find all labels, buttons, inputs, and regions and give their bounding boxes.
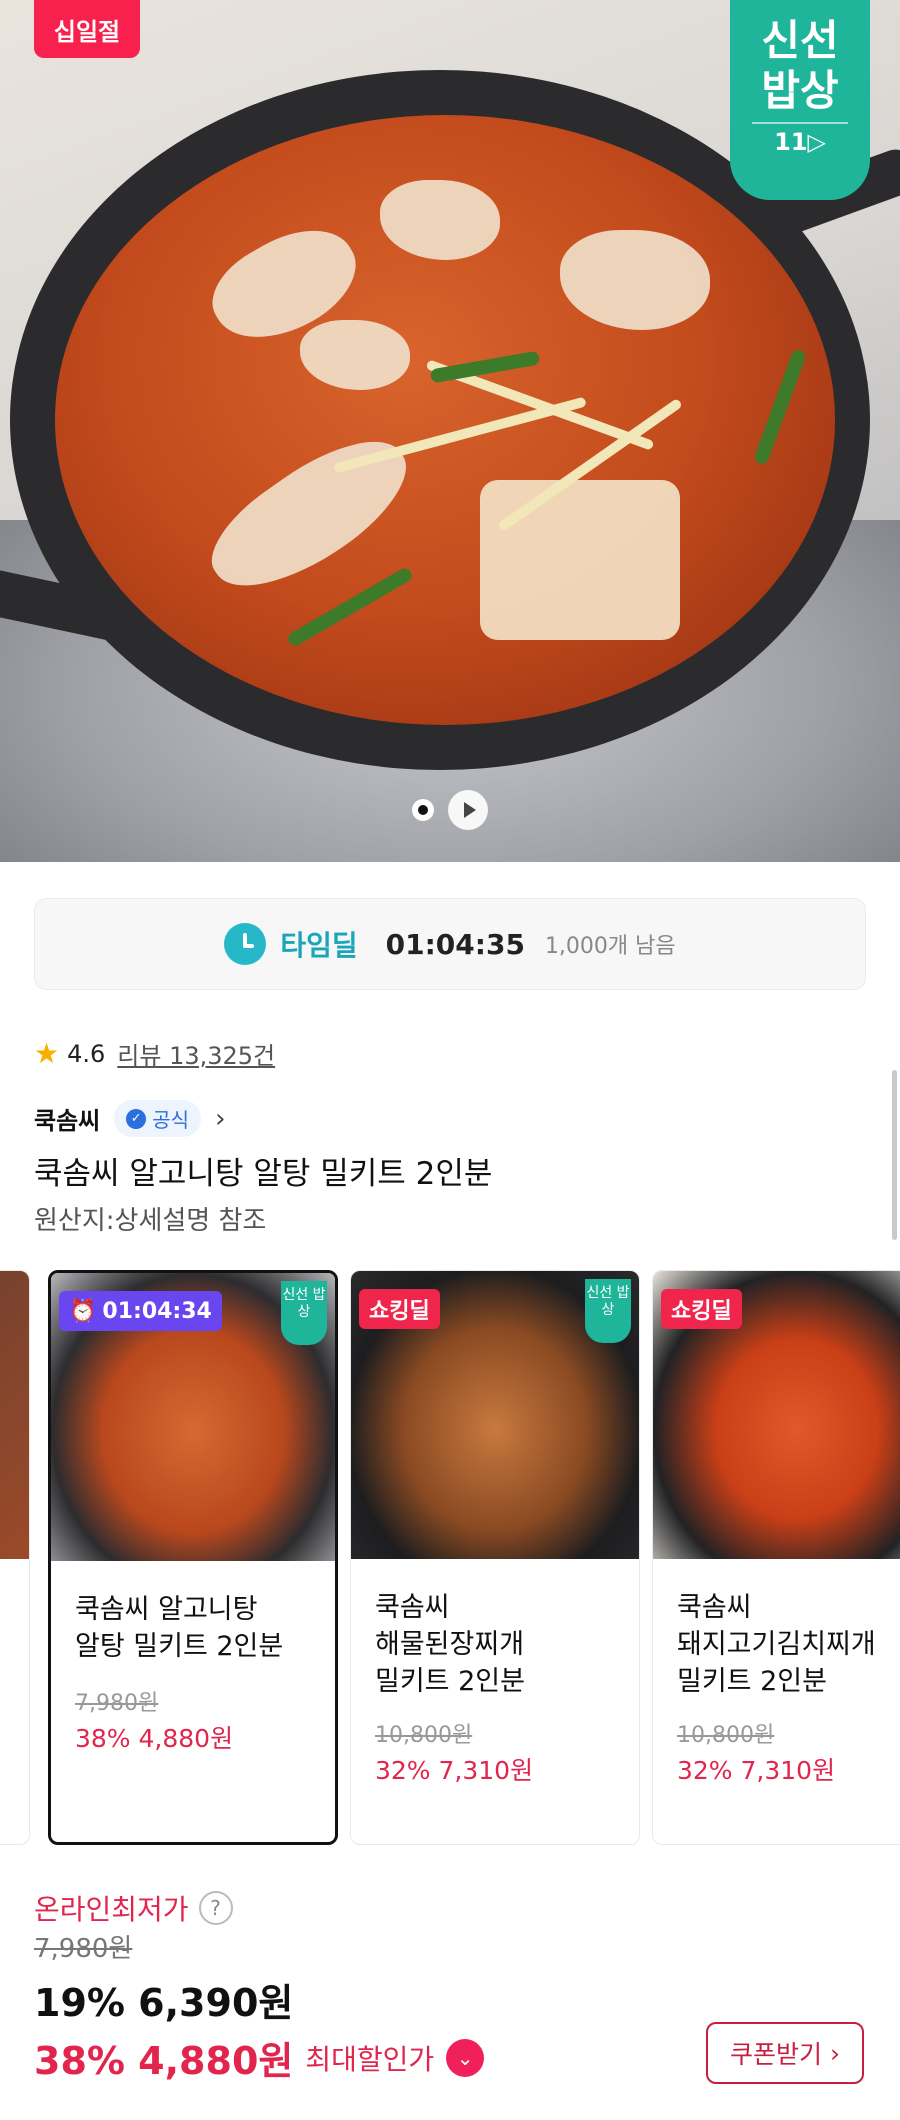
original-price: 7,980원 [34, 1934, 133, 1964]
related-card-2[interactable]: 쇼킹딜 신선 밥상 쿡솜씨 해물된장찌개 밀키트 2인분 10,800원 32%… [350, 1270, 640, 1845]
related-card-price: 38% 4,880원 [75, 1724, 234, 1753]
seller-row[interactable]: 쿡솜씨 ✓ 공식 › [34, 1100, 225, 1137]
sale-price: 19% 6,390원 [34, 1981, 294, 2025]
timedeal-banner: 타임딜 01:04:35 1,000개 남음 [34, 898, 866, 990]
star-icon: ★ [34, 1036, 60, 1070]
related-card-original-price: 10,800원 [375, 1723, 473, 1748]
online-lowest-price-label: 온라인최저가 [34, 1893, 189, 1926]
max-discount-price: 38% 4,880원 [34, 2039, 294, 2083]
fresh-badge-logo: 11▷ [774, 128, 826, 156]
timedeal-tag-label: 01:04:34 [102, 1298, 212, 1324]
timedeal-countdown: 01:04:35 [385, 927, 525, 961]
related-products-carousel[interactable]: ⏰ 01:04:34 신선 밥상 쿡솜씨 알고니탕 알탕 밀키트 2인분 7,9… [0, 1270, 900, 1848]
fresh-badge-line1: 신선 [761, 16, 839, 65]
official-badge: ✓ 공식 [114, 1100, 202, 1137]
product-origin: 원산지:상세설명 참조 [34, 1206, 267, 1236]
get-coupon-label: 쿠폰받기 [729, 2040, 822, 2069]
timedeal-tag: ⏰ 01:04:34 [59, 1291, 222, 1331]
fresh-badge-line2: 밥상 [761, 66, 839, 115]
chevron-down-icon[interactable]: ⌄ [446, 2038, 485, 2077]
timedeal-remaining: 1,000개 남음 [544, 934, 676, 959]
related-card-original-price: 10,800원 [677, 1723, 775, 1748]
related-card-original-price: 7,980원 [75, 1691, 159, 1716]
shocking-deal-tag: 쇼킹딜 [359, 1289, 440, 1329]
related-card-price: 32% 7,310원 [677, 1756, 836, 1785]
help-question-icon[interactable]: ? [198, 1891, 233, 1925]
alarm-clock-icon: ⏰ [69, 1298, 97, 1324]
timedeal-label: 타임딜 [280, 929, 358, 962]
fresh-table-badge: 신선 밥상 11▷ [730, 0, 870, 200]
online-lowest-price-row: 온라인최저가 ? [34, 1888, 233, 1928]
related-card-1[interactable]: ⏰ 01:04:34 신선 밥상 쿡솜씨 알고니탕 알탕 밀키트 2인분 7,9… [48, 1270, 338, 1845]
carousel-dot-active[interactable] [412, 799, 434, 821]
rating-score: 4.6 [67, 1039, 106, 1068]
play-video-icon[interactable] [448, 790, 488, 830]
fresh-table-mini-badge: 신선 밥상 [281, 1281, 327, 1345]
alarm-clock-icon [224, 923, 267, 965]
eleven-day-sale-badge: 십일절 [34, 0, 140, 58]
get-coupon-button[interactable]: 쿠폰받기 › [706, 2022, 864, 2084]
partial-product-card[interactable] [0, 1270, 30, 1845]
rating-row: ★ 4.6 리뷰 13,325건 [34, 1036, 275, 1071]
carousel-indicator [412, 790, 488, 830]
chevron-right-icon[interactable]: › [215, 1104, 225, 1134]
official-label: 공식 [152, 1108, 190, 1132]
max-discount-label: 최대할인가 [305, 2042, 435, 2076]
food-piece [480, 480, 680, 640]
related-card-name: 쿡솜씨 알고니탕 알탕 밀키트 2인분 [75, 1594, 284, 1662]
max-discount-row[interactable]: 38% 4,880원 최대할인가 ⌄ [34, 2030, 485, 2085]
verified-check-icon: ✓ [126, 1108, 147, 1129]
shocking-deal-tag: 쇼킹딜 [661, 1289, 742, 1329]
page-scrollbar[interactable] [892, 1070, 897, 1240]
related-card-name: 쿡솜씨 돼지고기김치찌개 밀키트 2인분 [677, 1592, 876, 1697]
seller-name[interactable]: 쿡솜씨 [34, 1101, 100, 1136]
related-card-name: 쿡솜씨 해물된장찌개 밀키트 2인분 [375, 1592, 525, 1697]
related-card-price: 32% 7,310원 [375, 1756, 534, 1785]
product-hero-image[interactable]: 십일절 신선 밥상 11▷ [0, 0, 900, 862]
chevron-right-icon: › [830, 2038, 840, 2068]
product-title: 쿡솜씨 알고니탕 알탕 밀키트 2인분 [34, 1156, 493, 1192]
related-card-3[interactable]: 쇼킹딜 쿡솜씨 돼지고기김치찌개 밀키트 2인분 10,800원 32% 7,3… [652, 1270, 900, 1845]
review-count-link[interactable]: 리뷰 13,325건 [117, 1036, 275, 1071]
fresh-badge-divider [752, 122, 848, 124]
fresh-table-mini-badge: 신선 밥상 [585, 1279, 631, 1343]
